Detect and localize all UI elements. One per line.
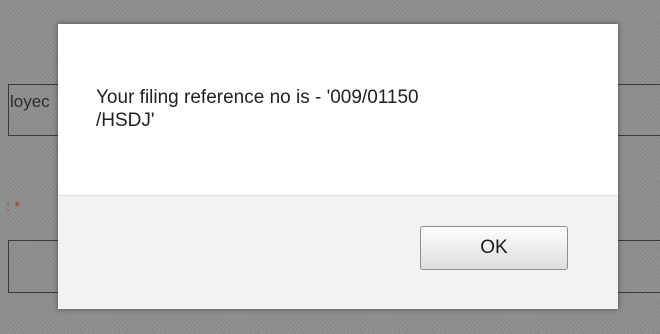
form-border bbox=[8, 84, 9, 136]
form-divider bbox=[8, 240, 62, 241]
form-divider bbox=[616, 84, 660, 85]
form-divider bbox=[616, 240, 660, 241]
form-divider bbox=[8, 135, 62, 136]
message-line-2: /HSDJ' bbox=[96, 110, 155, 131]
form-divider bbox=[616, 292, 660, 293]
form-divider bbox=[616, 135, 660, 136]
employee-field-label: loyec bbox=[10, 92, 50, 111]
ok-button[interactable]: OK bbox=[420, 226, 568, 270]
form-border bbox=[8, 240, 9, 293]
alert-dialog: Your filing reference no is - '009/01150… bbox=[58, 24, 618, 309]
message-line-1: Your filing reference no is - '009/01150 bbox=[96, 87, 419, 108]
form-divider bbox=[8, 292, 62, 293]
dialog-message: Your filing reference no is - '009/01150… bbox=[96, 86, 566, 132]
dialog-footer: OK bbox=[58, 195, 618, 309]
required-field-marker: : * bbox=[6, 198, 21, 215]
form-divider bbox=[8, 84, 62, 85]
